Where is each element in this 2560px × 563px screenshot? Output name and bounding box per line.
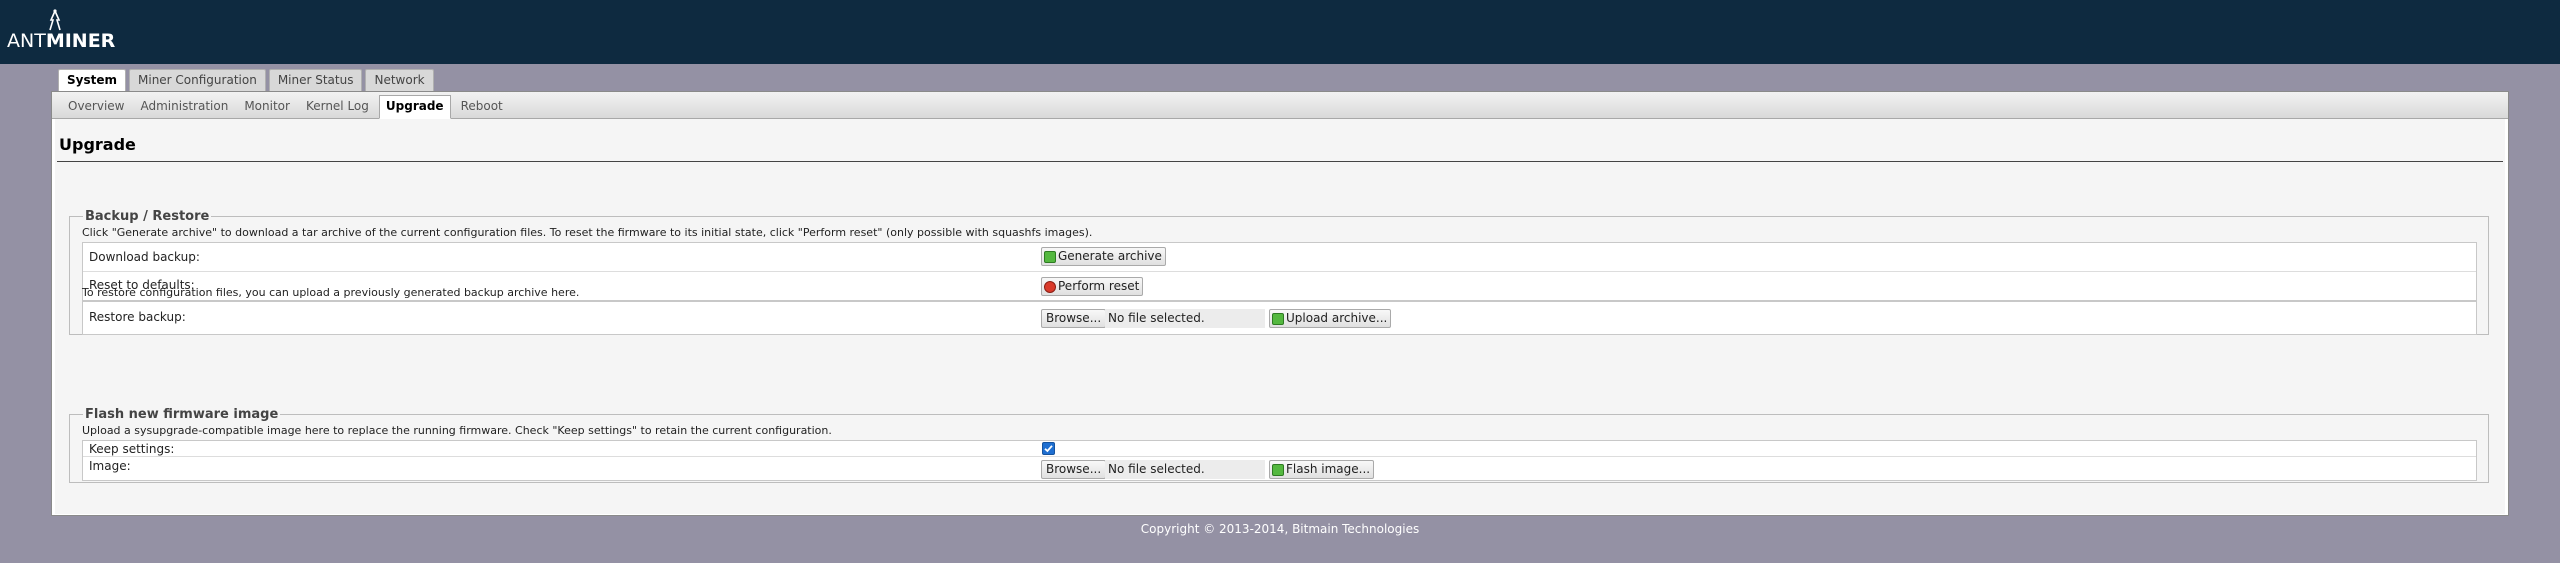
footer-copyright: Copyright © 2013-2014, Bitmain Technolog… bbox=[1140, 522, 1420, 536]
restore-browse-button[interactable]: Browse... bbox=[1041, 309, 1107, 328]
flash-image-button[interactable]: Flash image... bbox=[1269, 460, 1375, 479]
perform-reset-button[interactable]: Perform reset bbox=[1041, 277, 1144, 296]
tab-system[interactable]: System bbox=[58, 69, 126, 93]
reset-icon bbox=[1044, 280, 1056, 293]
antminer-logo: ANTMINER bbox=[7, 30, 115, 58]
subtab-kernel-log[interactable]: Kernel Log bbox=[300, 96, 375, 118]
upload-archive-label: Upload archive... bbox=[1286, 311, 1388, 325]
backup-restore-section: Backup / Restore Click "Generate archive… bbox=[69, 209, 2489, 335]
image-browse-label: Browse... bbox=[1046, 462, 1102, 476]
image-file-status: No file selected. bbox=[1105, 460, 1265, 479]
restore-table: Restore backup: Browse... No file select… bbox=[82, 301, 2477, 335]
perform-reset-label: Perform reset bbox=[1058, 279, 1140, 293]
logo-text-ant: ANT bbox=[7, 30, 46, 52]
backup-description: Click "Generate archive" to download a t… bbox=[82, 226, 1093, 239]
subtab-administration[interactable]: Administration bbox=[135, 96, 235, 118]
keep-settings-row: Keep settings: bbox=[83, 441, 2476, 457]
subtab-reboot[interactable]: Reboot bbox=[455, 96, 509, 118]
keep-settings-label: Keep settings: bbox=[89, 442, 175, 456]
image-row: Image: Browse... No file selected. Flash… bbox=[83, 457, 2476, 481]
subtab-monitor[interactable]: Monitor bbox=[238, 96, 296, 118]
restore-browse-label: Browse... bbox=[1046, 311, 1102, 325]
logo-text-miner: MINER bbox=[45, 30, 116, 52]
subtab-overview[interactable]: Overview bbox=[62, 96, 131, 118]
tab-network[interactable]: Network bbox=[365, 69, 434, 92]
flash-firmware-legend: Flash new firmware image bbox=[83, 407, 281, 422]
restore-backup-label: Restore backup: bbox=[89, 310, 186, 324]
main-panel: Overview Administration Monitor Kernel L… bbox=[51, 91, 2509, 516]
tab-miner-configuration[interactable]: Miner Configuration bbox=[129, 69, 266, 92]
generate-archive-button[interactable]: Generate archive bbox=[1041, 247, 1166, 266]
flash-description: Upload a sysupgrade-compatible image her… bbox=[82, 424, 832, 437]
subtab-upgrade[interactable]: Upgrade bbox=[378, 95, 451, 119]
keep-settings-checkbox[interactable] bbox=[1042, 442, 1055, 455]
sub-tabs: Overview Administration Monitor Kernel L… bbox=[52, 92, 2508, 119]
page-title: Upgrade bbox=[59, 135, 136, 154]
image-browse-button[interactable]: Browse... bbox=[1041, 460, 1107, 479]
generate-archive-label: Generate archive bbox=[1058, 249, 1162, 263]
checkbox-checked-icon bbox=[1044, 445, 1053, 453]
flash-image-label: Flash image... bbox=[1286, 462, 1371, 476]
flash-table: Keep settings: Image: Browse... No file … bbox=[82, 440, 2477, 481]
header-bar: ANTMINER bbox=[0, 0, 2560, 64]
primary-tabs: System Miner Configuration Miner Status … bbox=[58, 69, 434, 93]
upload-archive-button[interactable]: Upload archive... bbox=[1269, 309, 1392, 328]
image-label: Image: bbox=[89, 459, 131, 473]
title-divider bbox=[57, 161, 2503, 162]
archive-icon bbox=[1044, 250, 1056, 263]
flash-icon bbox=[1272, 463, 1284, 476]
backup-restore-legend: Backup / Restore bbox=[83, 209, 212, 224]
restore-file-status: No file selected. bbox=[1105, 309, 1265, 328]
restore-description: To restore configuration files, you can … bbox=[82, 286, 580, 299]
page-content: Upgrade Backup / Restore Click "Generate… bbox=[55, 119, 2505, 514]
download-backup-label: Download backup: bbox=[89, 250, 200, 264]
download-backup-row: Download backup: Generate archive bbox=[83, 243, 2476, 272]
restore-backup-row: Restore backup: Browse... No file select… bbox=[83, 302, 2476, 334]
flash-firmware-section: Flash new firmware image Upload a sysupg… bbox=[69, 407, 2489, 483]
tab-miner-status[interactable]: Miner Status bbox=[268, 69, 363, 92]
upload-icon bbox=[1272, 312, 1284, 325]
